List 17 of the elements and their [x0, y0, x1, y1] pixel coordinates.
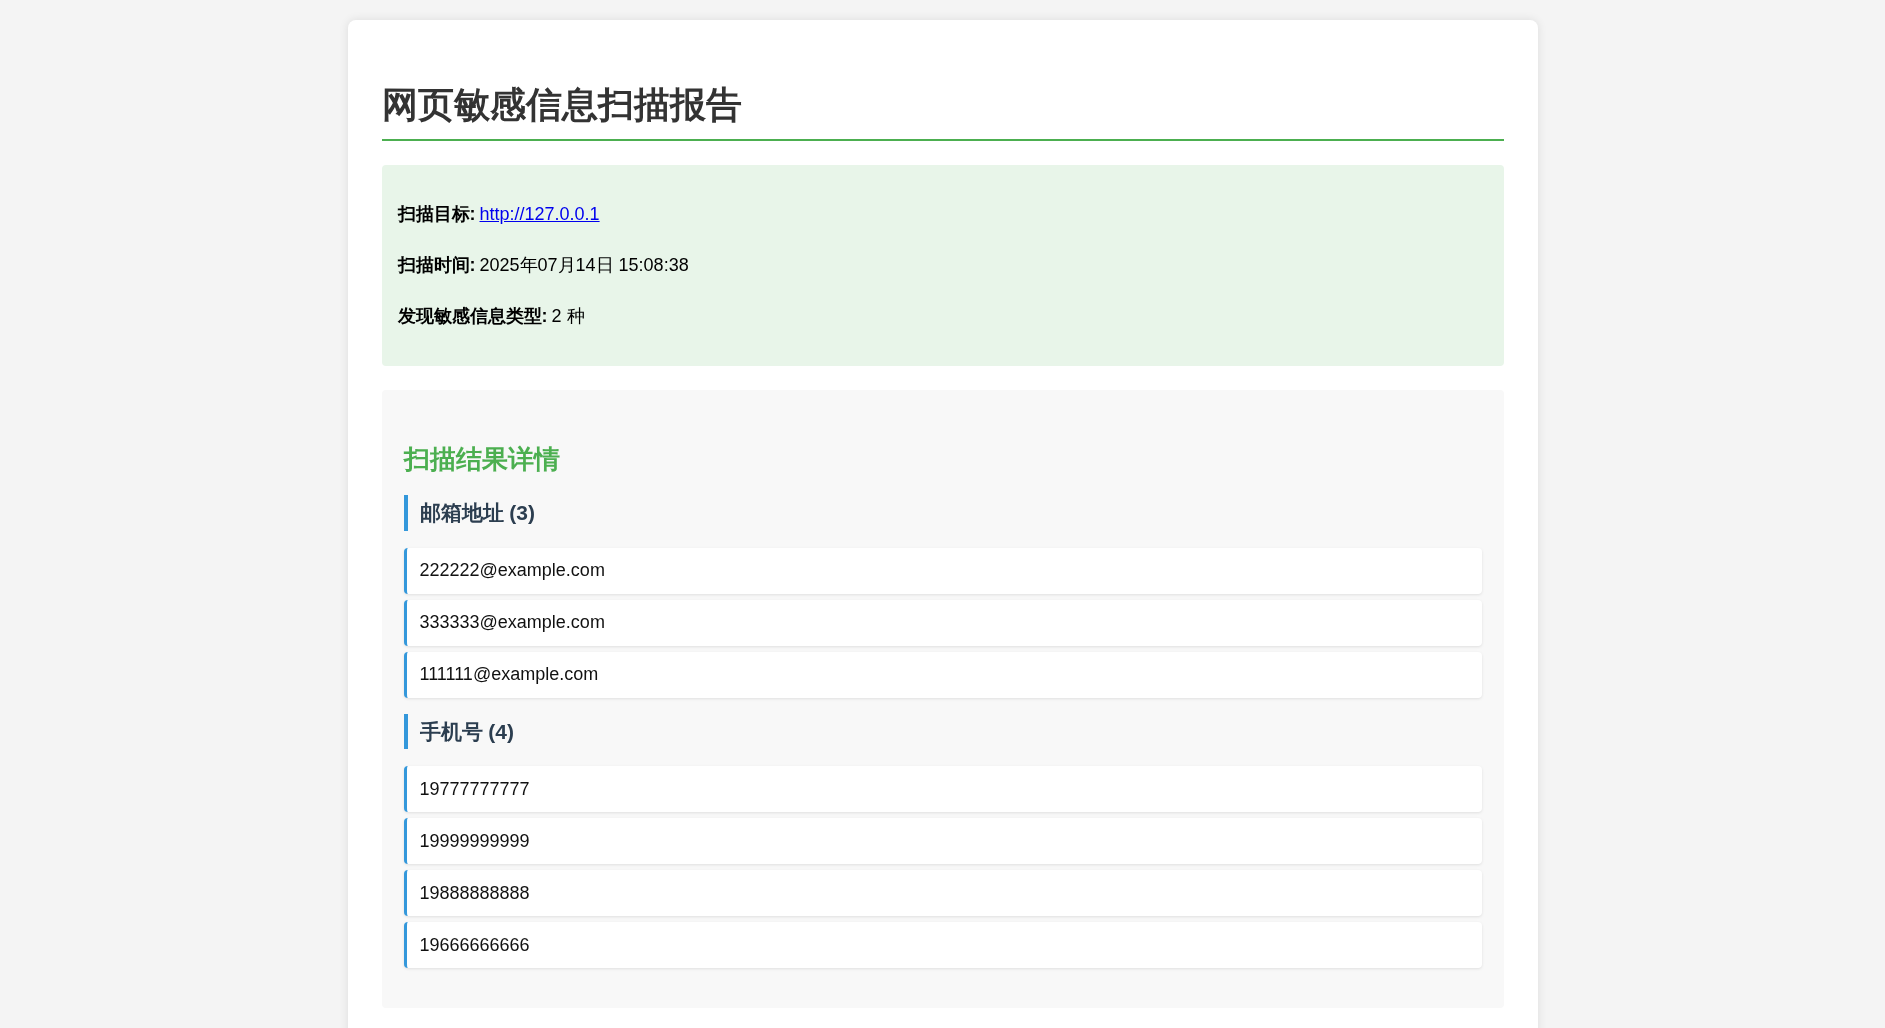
result-item: 222222@example.com — [403, 547, 1482, 594]
summary-label: 扫描时间: — [397, 254, 476, 277]
report-title: 网页敏感信息扫描报告 — [381, 82, 1504, 141]
group-heading: 邮箱地址 (3) — [403, 495, 1482, 531]
target-link[interactable]: http://127.0.0.1 — [479, 201, 600, 228]
result-item: 19666666666 — [403, 922, 1482, 968]
summary-label: 扫描目标: — [397, 203, 476, 226]
result-item: 111111@example.com — [403, 651, 1482, 698]
result-item: 333333@example.com — [403, 599, 1482, 646]
result-item: 19777777777 — [403, 766, 1482, 812]
group-heading: 手机号 (4) — [403, 713, 1482, 749]
results-heading: 扫描结果详情 — [403, 443, 561, 476]
summary-label: 发现敏感信息类型: — [397, 305, 548, 328]
summary-value: 2 种 — [551, 305, 585, 328]
result-item: 19999999999 — [403, 818, 1482, 864]
summary-value: 2025年07月14日 15:08:38 — [479, 254, 689, 277]
result-item: 19888888888 — [403, 870, 1482, 916]
